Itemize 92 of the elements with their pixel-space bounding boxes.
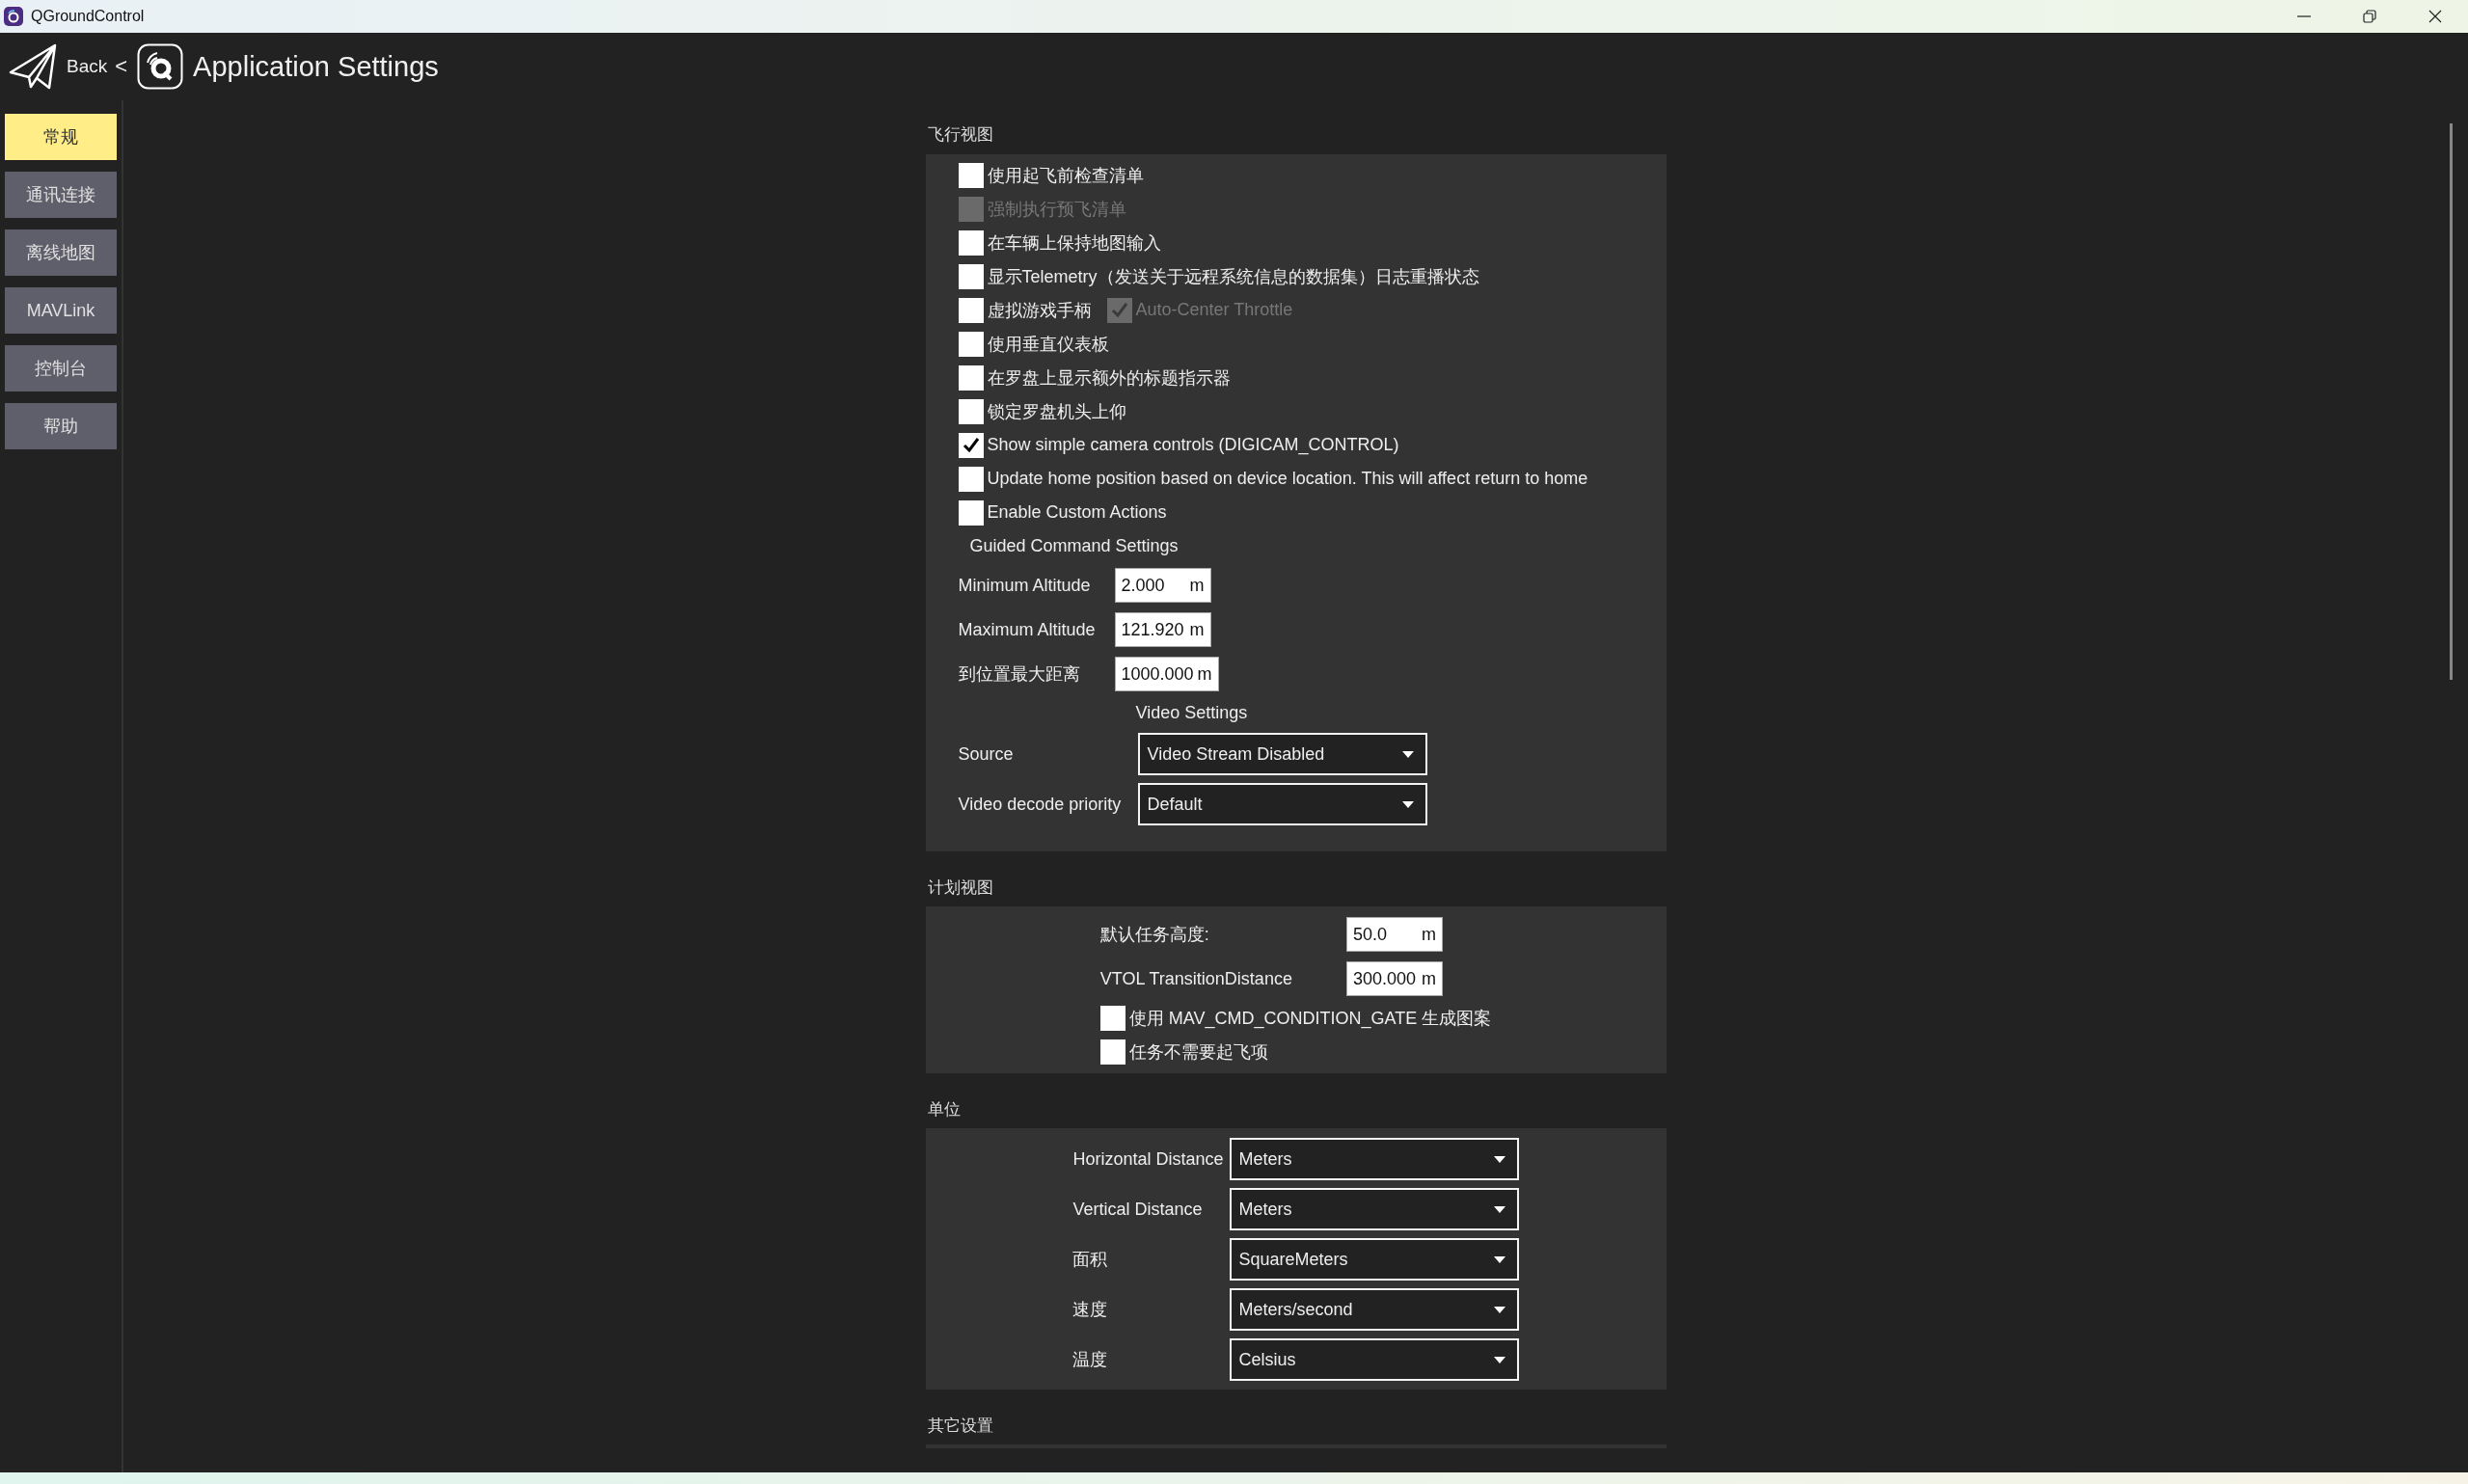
page-title: Application Settings [193,50,439,83]
dropdown-label: Source [958,742,1015,766]
caret-icon [1401,800,1414,808]
checkbox-label: 使用 MAV_CMD_CONDITION_GATE 生成图案 [1128,1007,1492,1030]
field-label: 默认任务高度: [1099,924,1210,946]
checkbox[interactable] [958,364,984,391]
section-title: 计划视图 [926,877,994,899]
field-value: 1000.000 [1121,663,1194,685]
input-field[interactable]: 2.000 m [1114,568,1211,603]
field-value: 2.000 [1121,575,1165,596]
checkbox[interactable] [958,499,984,526]
field-value: 121.920 [1121,619,1184,640]
dropdown[interactable]: SquareMeters [1229,1238,1519,1281]
section-title: 单位 [926,1098,962,1120]
field-label: VTOL TransitionDistance [1099,967,1293,990]
input-field[interactable]: 300.000 m [1346,961,1444,996]
checkbox[interactable] [958,331,984,357]
caret-icon [1401,750,1414,758]
dropdown-label: 速度 [1072,1299,1109,1321]
checkbox[interactable] [958,398,984,424]
caret-icon [1493,1356,1505,1363]
checkbox-label: 虚拟游戏手柄 [987,299,1092,322]
restore-icon [2362,9,2377,24]
input-field[interactable]: 1000.000 m [1114,657,1219,691]
group-heading: Guided Command Settings [968,535,1179,557]
sidebar-item[interactable]: 帮助 [5,403,117,449]
paper-plane-icon[interactable] [9,42,57,91]
group-heading: Video Settings [1135,701,1248,724]
breadcrumb-separator: < [115,54,128,79]
checkbox[interactable] [958,229,984,256]
sidebar-item[interactable]: MAVLink [5,287,117,334]
checkbox-label: 使用起飞前检查清单 [987,164,1144,187]
caret-icon [1493,1306,1505,1313]
unit-label: m [1197,663,1212,685]
checkbox-label: 在罗盘上显示额外的标题指示器 [987,366,1231,390]
checkbox-label: Update home position based on device location. This will affect return to home [987,469,1588,489]
sidebar-item[interactable]: 通讯连接 [5,172,117,218]
checkbox-label: 强制执行预飞清单 [987,198,1126,221]
field-label: 到位置最大距离 [958,663,1081,686]
checkbox[interactable] [1099,1039,1126,1065]
dropdown-label: Vertical Distance [1072,1198,1204,1221]
field-label: Minimum Altitude [958,574,1092,597]
checkmark-icon [1109,300,1129,320]
checkbox[interactable] [958,162,984,188]
checkbox-label: 显示Telemetry（发送关于远程系统信息的数据集）日志重播状态 [987,265,1479,288]
dropdown-label: 温度 [1072,1349,1109,1371]
field-value: 50.0 [1353,924,1388,945]
close-icon [2427,9,2443,24]
checkbox[interactable] [958,466,984,492]
app-icon [4,7,23,26]
checkbox-label: Enable Custom Actions [987,502,1167,523]
sidebar-item[interactable]: 控制台 [5,345,117,391]
dropdown-label: 面积 [1072,1249,1109,1271]
unit-label: m [1422,924,1437,945]
checkbox-label: 在车辆上保持地图输入 [987,231,1161,255]
dropdown-label: Video decode priority [958,793,1123,816]
section-title: 其它设置 [926,1415,994,1437]
section-title: 飞行视图 [926,123,994,146]
window-title: QGroundControl [31,8,145,25]
back-link[interactable]: Back [67,56,108,77]
sidebar-item[interactable]: 离线地图 [5,229,117,276]
checkbox-label: 任务不需要起飞项 [1128,1040,1268,1064]
checkbox-label: Show simple camera controls (DIGICAM_CONTROL) [987,435,1399,455]
sidebar-item[interactable]: 常规 [5,114,117,160]
checkbox[interactable] [958,263,984,289]
checkbox-label: Auto-Center Throttle [1135,300,1293,320]
input-field[interactable]: 121.920 m [1114,612,1211,647]
dropdown[interactable]: Default [1137,783,1427,825]
logo-icon [137,43,184,90]
checkbox[interactable] [958,432,984,458]
checkbox[interactable] [958,297,984,323]
scrollbar[interactable] [2450,123,2453,680]
caret-icon [1493,1155,1505,1163]
checkbox[interactable] [1099,1005,1126,1031]
minimize-icon [2297,15,2311,17]
checkmark-icon [961,435,981,455]
dropdown[interactable]: Meters [1229,1138,1519,1180]
field-value: 300.000 [1353,968,1417,989]
checkbox-label: 使用垂直仪表板 [987,333,1109,356]
unit-label: m [1422,968,1437,989]
field-label: Maximum Altitude [958,618,1097,641]
dropdown[interactable]: Celsius [1229,1338,1519,1381]
dropdown[interactable]: Meters/second [1229,1288,1519,1331]
checkbox-label: 锁定罗盘机头上仰 [987,400,1126,423]
unit-label: m [1189,619,1205,640]
input-field[interactable]: 50.0 m [1346,917,1444,952]
dropdown[interactable]: Meters [1229,1188,1519,1230]
caret-icon [1493,1205,1505,1213]
unit-label: m [1189,575,1205,596]
dropdown-label: Horizontal Distance [1072,1147,1225,1171]
dropdown[interactable]: Video Stream Disabled [1137,733,1427,775]
caret-icon [1493,1255,1505,1263]
